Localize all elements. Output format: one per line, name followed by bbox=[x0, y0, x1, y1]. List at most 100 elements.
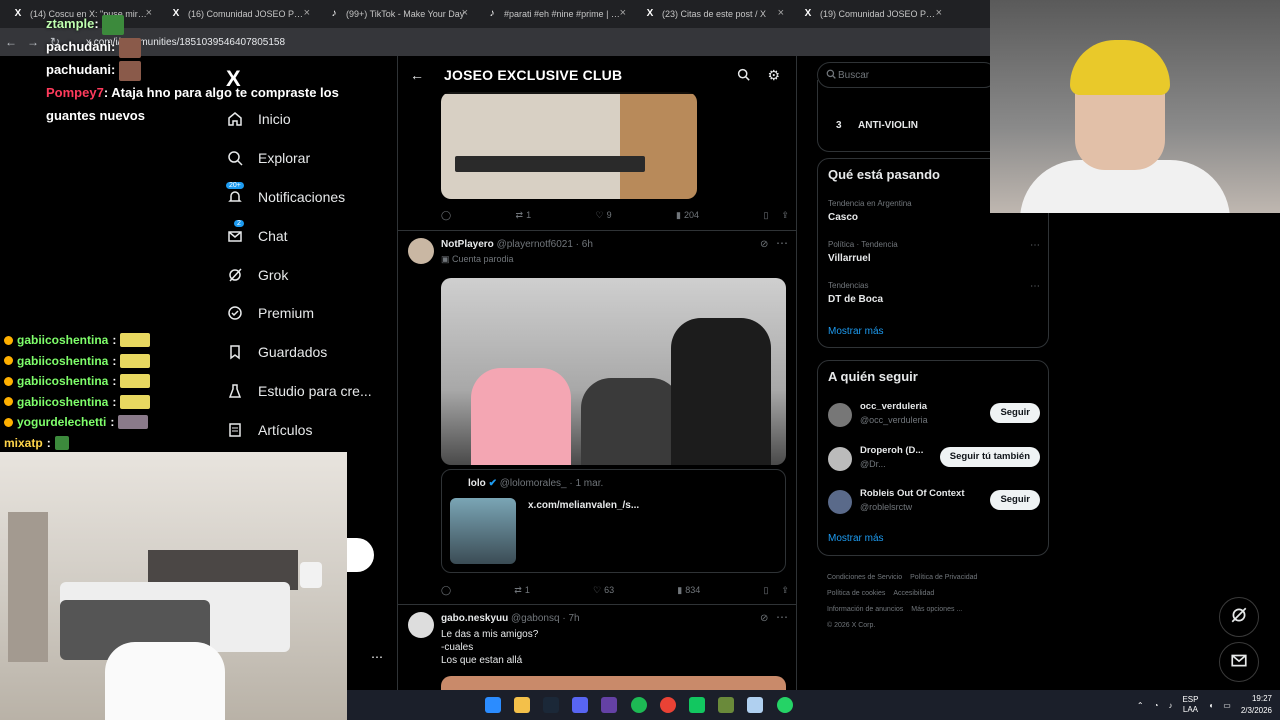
post-image[interactable] bbox=[441, 278, 786, 465]
grok-button[interactable] bbox=[1219, 597, 1259, 637]
like-button[interactable]: ♡ 63 bbox=[593, 582, 614, 598]
footer-link[interactable]: Accesibilidad bbox=[893, 590, 934, 597]
messages-button[interactable] bbox=[1219, 642, 1259, 682]
follow-button[interactable]: Seguir bbox=[990, 490, 1040, 510]
reply-button[interactable]: ◯ bbox=[441, 582, 451, 598]
close-icon[interactable]: × bbox=[620, 7, 626, 19]
nav-item-estudio[interactable]: Estudio para cre... bbox=[226, 372, 396, 411]
volume-icon[interactable]: ◖ bbox=[1208, 701, 1213, 710]
post-text: Le das a mis amigos? -cuales Los que est… bbox=[441, 629, 539, 666]
footer-link[interactable]: Política de cookies bbox=[827, 590, 885, 597]
post-author[interactable]: NotPlayero @playernotf6021 · 6h bbox=[441, 239, 593, 250]
like-button[interactable]: ♡ 9 bbox=[596, 207, 612, 223]
more-icon[interactable]: ⋯ bbox=[371, 650, 383, 664]
show-more-link[interactable]: Mostrar más bbox=[828, 533, 884, 544]
footer-link[interactable]: Más opciones ... bbox=[911, 606, 962, 613]
close-icon[interactable]: × bbox=[936, 7, 942, 19]
windows-start-icon[interactable] bbox=[485, 697, 501, 713]
grok-icon bbox=[226, 266, 244, 284]
grok-icon[interactable]: ⊘ bbox=[760, 239, 768, 250]
quoted-thumbnail bbox=[450, 498, 516, 564]
reply-button[interactable]: ◯ bbox=[441, 207, 451, 223]
follow-back-button[interactable]: Seguir tú también bbox=[939, 447, 1040, 467]
emote-icon bbox=[120, 333, 151, 348]
views-button[interactable]: ▮ 204 bbox=[676, 207, 699, 223]
more-icon[interactable]: ⋯ bbox=[1030, 281, 1040, 292]
post-image[interactable] bbox=[441, 92, 697, 199]
nav-item-chat[interactable]: 2 Chat bbox=[226, 216, 396, 255]
bookmark-button[interactable]: ▯ ⇪ bbox=[763, 207, 789, 223]
app-icon[interactable] bbox=[689, 697, 705, 713]
chat-message: gabiicoshentina: bbox=[4, 330, 204, 351]
footer-link[interactable]: Información de anuncios bbox=[827, 606, 903, 613]
obs-icon[interactable] bbox=[601, 697, 617, 713]
follow-button[interactable]: Seguir bbox=[990, 403, 1040, 423]
repost-button[interactable]: ⇄ 1 bbox=[516, 207, 532, 223]
home-icon bbox=[226, 110, 244, 128]
more-icon[interactable]: ⋯ bbox=[776, 236, 788, 250]
wifi-icon[interactable]: ◔ bbox=[1154, 701, 1159, 710]
x-logo[interactable]: X bbox=[226, 66, 241, 92]
file-explorer-icon[interactable] bbox=[514, 697, 530, 713]
discord-icon[interactable] bbox=[572, 697, 588, 713]
browser-tab[interactable]: ♪ #parati #eh #nine #prime | mo... × bbox=[474, 0, 632, 28]
avatar[interactable] bbox=[408, 238, 434, 264]
close-icon[interactable]: × bbox=[462, 7, 468, 19]
follow-suggestion[interactable]: Droperoh (D... @Dr... Seguir tú también bbox=[828, 445, 1040, 475]
spotify-icon[interactable] bbox=[631, 697, 647, 713]
articles-icon bbox=[226, 421, 244, 439]
post-image[interactable] bbox=[441, 676, 786, 690]
more-icon[interactable]: ⋯ bbox=[1030, 240, 1040, 251]
mic-icon[interactable]: ♪ bbox=[1168, 701, 1172, 710]
chevron-up-icon[interactable]: ⌃ bbox=[1137, 701, 1144, 710]
chat-message: yogurdelechetti: bbox=[4, 412, 204, 433]
nav-item-articulos[interactable]: Artículos bbox=[226, 410, 396, 449]
trend-item[interactable]: ANTI-VIOLIN bbox=[858, 120, 918, 131]
app-icon[interactable] bbox=[718, 697, 734, 713]
views-button[interactable]: ▮ 834 bbox=[677, 582, 700, 598]
back-icon[interactable]: ← bbox=[0, 35, 22, 49]
nav-item-explorar[interactable]: Explorar bbox=[226, 139, 396, 178]
chrome-icon[interactable] bbox=[660, 697, 676, 713]
follow-suggestion[interactable]: Robleis Out Of Context @roblelsrctw Segu… bbox=[828, 488, 1040, 518]
quoted-link[interactable]: x.com/melianvalen_/s... bbox=[528, 500, 639, 511]
quoted-post[interactable]: lolo ✔ @lolomorales_ · 1 mar. x.com/meli… bbox=[441, 469, 786, 573]
language-indicator[interactable]: ESP LAA bbox=[1182, 695, 1198, 715]
show-more-link[interactable]: Mostrar más bbox=[828, 326, 884, 337]
whatsapp-icon[interactable] bbox=[777, 697, 793, 713]
forward-icon[interactable]: → bbox=[22, 35, 44, 49]
grok-icon[interactable]: ⊘ bbox=[760, 613, 768, 624]
follow-suggestion[interactable]: occ_verduleria @occ_verduleria Seguir bbox=[828, 401, 1040, 431]
back-arrow-icon[interactable]: ← bbox=[410, 67, 424, 83]
repost-button[interactable]: ⇄ 1 bbox=[514, 582, 530, 598]
trend-item[interactable]: Tendencias DT de Boca ⋯ bbox=[828, 281, 1040, 305]
footer-link[interactable]: Política de Privacidad bbox=[910, 574, 977, 581]
post-author[interactable]: gabo.neskyuu @gabonsq · 7h bbox=[441, 613, 580, 624]
parody-icon: ▣ bbox=[441, 254, 453, 264]
nav-item-inicio[interactable]: Inicio bbox=[226, 100, 396, 139]
nav-item-notificaciones[interactable]: 20+ Notificaciones bbox=[226, 178, 396, 217]
browser-tab-active[interactable]: X (19) Comunidad JOSEO PRIME × bbox=[790, 0, 948, 28]
nav-item-premium[interactable]: Premium bbox=[226, 294, 396, 333]
bookmark-button[interactable]: ▯ ⇪ bbox=[763, 582, 789, 598]
avatar[interactable] bbox=[408, 612, 434, 638]
close-icon[interactable]: × bbox=[778, 7, 784, 19]
nav-item-guardados[interactable]: Guardados bbox=[226, 333, 396, 372]
notepad-icon[interactable] bbox=[747, 697, 763, 713]
footer-link[interactable]: Condiciones de Servicio bbox=[827, 574, 902, 581]
post-actions: ◯ ⇄ 1 ♡ 63 ▮ 834 ▯ ⇪ bbox=[441, 582, 789, 598]
share-icon[interactable]: ⇪ bbox=[781, 210, 789, 221]
x-icon: X bbox=[14, 8, 22, 19]
trend-item[interactable]: Política · Tendencia Villarruel ⋯ bbox=[828, 240, 1040, 264]
gear-icon[interactable]: ⚙ bbox=[767, 67, 780, 84]
battery-icon[interactable]: ▭ bbox=[1223, 701, 1231, 710]
clock[interactable]: 19:27 2/3/2026 bbox=[1241, 693, 1272, 717]
nav-item-grok[interactable]: Grok bbox=[226, 255, 396, 294]
more-icon[interactable]: ⋯ bbox=[776, 610, 788, 624]
browser-tab[interactable]: X (23) Citas de este post / X × bbox=[632, 0, 790, 28]
community-title: JOSEO EXCLUSIVE CLUB bbox=[444, 67, 623, 83]
share-icon[interactable]: ⇪ bbox=[781, 585, 789, 596]
divider bbox=[398, 604, 796, 605]
search-icon[interactable] bbox=[737, 68, 750, 86]
steam-icon[interactable] bbox=[543, 697, 559, 713]
